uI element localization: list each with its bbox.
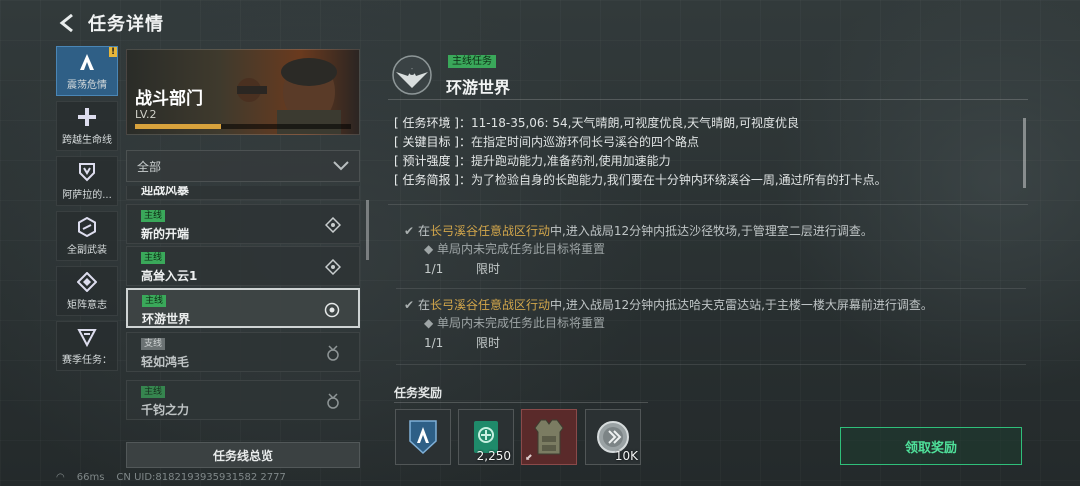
task-info-scrollbar[interactable]	[1023, 118, 1026, 188]
objective-2: ✔ 在长弓溪谷任意战区行动中,进入战局12分钟内抵达哈夫克雷达站,于主楼一楼大屏幕…	[404, 296, 1024, 354]
reward-quantity: 10K	[614, 449, 638, 463]
mission-name: 高耸入云1	[141, 269, 198, 283]
ping-label: 66ms	[76, 472, 105, 483]
mission-name: 环游世界	[142, 312, 191, 326]
plus-icon	[76, 106, 98, 128]
info-row-objective: [ 关键目标 ]：在指定时间内巡游环伺长弓溪谷的四个路点	[394, 135, 700, 149]
task-detail-header: 主线任务 环游世界	[388, 52, 1028, 100]
a-logo-icon	[76, 51, 98, 73]
task-type-tag: 主线任务	[448, 55, 496, 68]
body-armor-icon	[534, 419, 564, 455]
mission-item[interactable]: 主线 新的开端	[126, 204, 360, 244]
objective-warning: ◆ 单局内未完成任务此目标将重置	[424, 242, 606, 256]
task-title: 环游世界	[446, 78, 511, 97]
target-icon	[324, 302, 340, 318]
claim-reward-button[interactable]: 领取奖励	[840, 427, 1022, 465]
status-bar: ◠ 66ms CN UID:8182193935931582 2777	[56, 472, 286, 483]
reward-item-0[interactable]	[395, 409, 451, 465]
mission-item[interactable]: 主线 千钧之力	[126, 380, 360, 420]
warning-diamond-icon: ◆	[424, 316, 438, 330]
objective-1: ✔ 在长弓溪谷任意战区行动中,进入战局12分钟内抵达沙径牧场,于管理室二层进行调查…	[404, 222, 1024, 280]
objective-warning: ◆ 单局内未完成任务此目标将重置	[424, 316, 606, 330]
objective-progress: 1/1 限时	[424, 336, 501, 350]
medal-icon	[327, 345, 339, 361]
check-icon: ✔	[404, 298, 415, 312]
mission-item-selected[interactable]: 主线 环游世界	[126, 288, 360, 328]
uid-label: CN UID:8182193935931582 2777	[116, 472, 286, 483]
header: 任务详情	[56, 10, 164, 36]
category-rail: 震荡危情 ! 跨越生命线 阿萨拉的... 全副武装 矩阵意志 赛季任务：	[56, 46, 118, 376]
chevron-left-icon	[59, 14, 73, 32]
rewards-label: 任务奖励	[394, 386, 443, 400]
faction-badge-icon	[409, 420, 437, 455]
wifi-icon: ◠	[56, 472, 65, 483]
divider	[394, 402, 648, 403]
mission-item[interactable]: 支线 轻如鸿毛	[126, 332, 360, 372]
mission-line-overview-button[interactable]: 任务线总览	[126, 442, 360, 468]
faction-card[interactable]: 战斗部门 LV.2	[126, 49, 360, 135]
task-info: [ 任务环境 ]：11-18-35,06: 54,天气晴朗,可视度优良,天气晴朗…	[394, 114, 1014, 190]
rail-item-1[interactable]: 跨越生命线	[56, 101, 118, 151]
faction-progress-fill	[135, 124, 222, 129]
mission-name: 新的开端	[141, 227, 190, 241]
mission-item[interactable]: 主线 高耸入云1	[126, 246, 360, 286]
mission-list-scrollbar[interactable]	[366, 200, 369, 260]
objective-text: ✔ 在长弓溪谷任意战区行动中,进入战局12分钟内抵达哈夫克雷达站,于主楼一楼大屏幕…	[404, 298, 933, 312]
chevron-down-icon	[333, 161, 349, 171]
mission-name: 迎战风暴	[141, 186, 190, 197]
objective-progress: 1/1 限时	[424, 262, 501, 276]
rail-item-label: 震荡危情	[67, 80, 107, 91]
soldier-portrait-icon	[237, 58, 341, 134]
info-row-briefing: [ 任务简报 ]：为了检验自身的长跑能力,我们要在十分钟内环绕溪谷一周,通过所有…	[394, 173, 887, 187]
expand-corner-icon: ⬋	[525, 453, 533, 463]
rail-item-label: 阿萨拉的...	[62, 190, 112, 201]
rail-item-2[interactable]: 阿萨拉的...	[56, 156, 118, 206]
reward-item-1[interactable]: 2,250	[458, 409, 514, 465]
divider	[396, 364, 1026, 365]
rail-item-4[interactable]: 矩阵意志	[56, 266, 118, 316]
mission-item-partial[interactable]: 迎战风暴	[126, 186, 360, 200]
faction-level: LV.2	[135, 108, 157, 121]
hex-icon	[76, 216, 98, 238]
mission-name: 千钧之力	[141, 403, 190, 417]
shield-icon	[76, 161, 98, 183]
info-row-difficulty: [ 预计强度 ]：提升跑动能力,准备药剂,使用加速能力	[394, 154, 671, 168]
page-title: 任务详情	[88, 14, 164, 35]
filter-label: 全部	[137, 159, 162, 174]
diamond-icon	[76, 271, 98, 293]
waypoint-icon	[325, 259, 341, 275]
waypoint-icon	[325, 217, 341, 233]
rail-item-0[interactable]: 震荡危情 !	[56, 46, 118, 96]
mission-filter-dropdown[interactable]: 全部	[126, 150, 360, 182]
rail-item-5[interactable]: 赛季任务：	[56, 321, 118, 371]
divider	[396, 288, 1026, 289]
rail-item-3[interactable]: 全副武装	[56, 211, 118, 261]
mission-tag: 主线	[141, 386, 166, 398]
faction-progress-bar	[135, 124, 351, 129]
rail-item-label: 矩阵意志	[67, 300, 107, 311]
warning-diamond-icon: ◆	[424, 242, 438, 256]
info-row-environment: [ 任务环境 ]：11-18-35,06: 54,天气晴朗,可视度优良,天气晴朗…	[394, 116, 799, 130]
triangle-icon	[76, 326, 98, 348]
back-button[interactable]	[56, 12, 78, 34]
eagle-emblem-icon	[392, 55, 432, 95]
reward-item-3[interactable]: 10K	[585, 409, 641, 465]
mission-tag: 主线	[141, 252, 166, 264]
mission-tag: 主线	[142, 295, 167, 307]
rail-item-label: 全副武装	[67, 245, 107, 256]
divider	[388, 204, 1028, 205]
mission-tag: 支线	[141, 338, 166, 350]
medal-icon	[327, 393, 339, 409]
rail-item-label: 跨越生命线	[62, 135, 112, 146]
reward-item-2[interactable]: ⬋	[521, 409, 577, 465]
rail-badge: !	[109, 47, 117, 57]
faction-name: 战斗部门	[135, 89, 203, 109]
reward-quantity: 2,250	[476, 449, 511, 463]
mission-name: 轻如鸿毛	[141, 355, 190, 369]
mission-list: 迎战风暴 主线 新的开端 主线 高耸入云1 主线 环游世界 支线 轻如鸿毛 主线…	[126, 186, 360, 432]
objective-text: ✔ 在长弓溪谷任意战区行动中,进入战局12分钟内抵达沙径牧场,于管理室二层进行调查…	[404, 224, 873, 238]
mission-tag: 主线	[141, 210, 166, 222]
rail-item-label: 赛季任务：	[62, 355, 112, 366]
check-icon: ✔	[404, 224, 415, 238]
